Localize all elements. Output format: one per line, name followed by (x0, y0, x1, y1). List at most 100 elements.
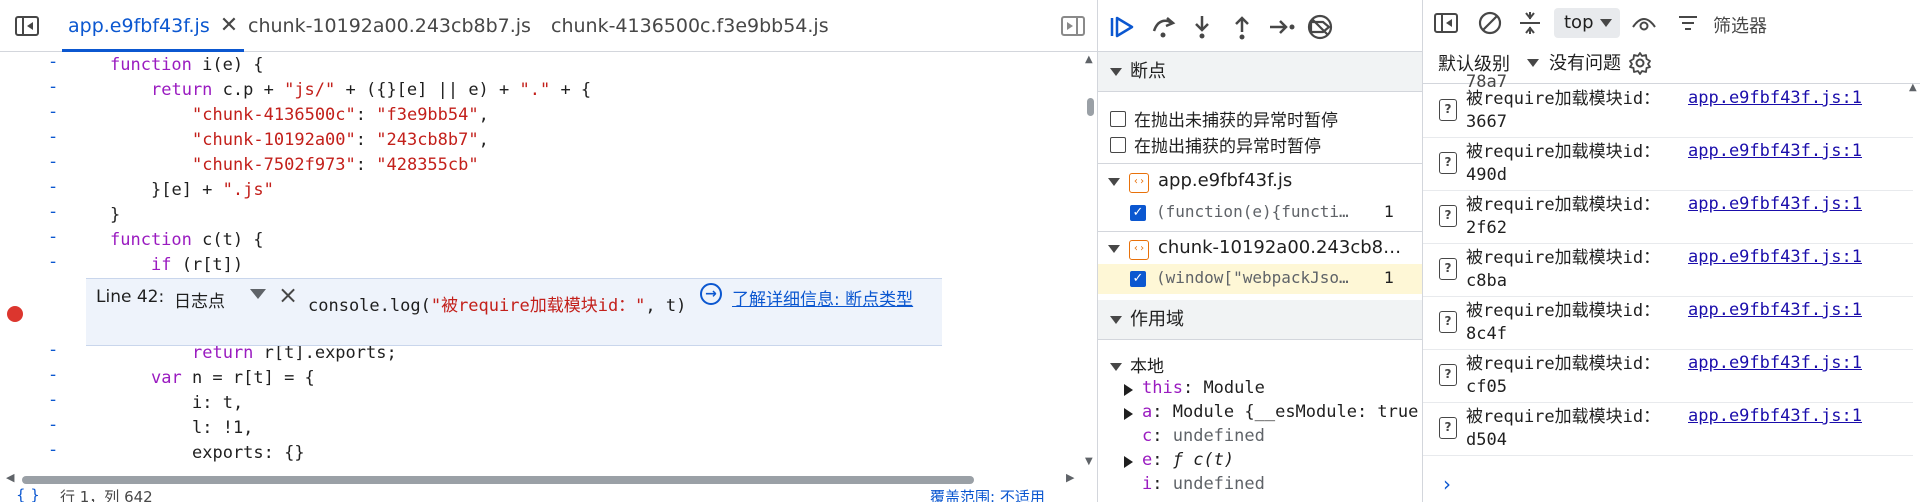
scope-variable[interactable]: e: ƒ c(t) (1098, 450, 1422, 474)
expand-arrow-icon[interactable] (1124, 456, 1133, 468)
gutter-marker[interactable]: - (50, 227, 56, 247)
console-message[interactable]: ? 被require加载模块id： 8c4f app.e9fbf43f.js:1 (1423, 297, 1913, 350)
message-source-link[interactable]: app.e9fbf43f.js:1 (1688, 141, 1862, 161)
filter-toggle-icon[interactable] (1515, 8, 1545, 38)
code-area[interactable]: function i(e) {return c.p + "js/" + ({}[… (84, 52, 1079, 472)
pause-caught-checkbox[interactable]: 在抛出捕获的异常时暂停 (1110, 132, 1321, 157)
step-icon[interactable] (1266, 11, 1298, 43)
gutter-marker[interactable]: - (50, 415, 56, 435)
message-source-link[interactable]: app.e9fbf43f.js:1 (1688, 194, 1862, 214)
console-message[interactable]: ? 被require加载模块id： 2f62 app.e9fbf43f.js:1 (1423, 191, 1913, 244)
line-gutter[interactable]: - - - - - - - - - - - - - - (0, 52, 80, 472)
editor-vertical-scrollbar[interactable]: ▲ ▼ (1083, 52, 1097, 472)
scope-variable[interactable]: c: undefined (1098, 426, 1422, 450)
scrollbar-thumb[interactable] (1087, 98, 1094, 116)
resume-icon[interactable] (1106, 11, 1138, 43)
scroll-down-icon[interactable]: ▼ (1085, 456, 1093, 467)
gutter-marker[interactable]: - (50, 440, 56, 460)
scroll-right-icon[interactable]: ▶ (1066, 471, 1074, 484)
console-prompt[interactable]: › (1443, 472, 1451, 496)
pretty-print-button[interactable]: { } (16, 486, 40, 502)
step-out-icon[interactable] (1226, 11, 1258, 43)
chevron-down-icon[interactable] (1527, 59, 1539, 67)
gutter-marker[interactable]: - (50, 127, 56, 147)
editor-horizontal-scrollbar[interactable]: ◀ ▶ (0, 471, 1083, 486)
console-message[interactable]: ? 被require加载模块id： 490d app.e9fbf43f.js:1 (1423, 138, 1913, 191)
scroll-left-icon[interactable]: ◀ (6, 471, 14, 484)
close-icon[interactable]: × (278, 281, 298, 309)
code-line[interactable]: var n = r[t] = { (151, 366, 315, 391)
expand-arrow-icon[interactable] (1124, 408, 1133, 420)
gutter-marker[interactable]: - (50, 102, 56, 122)
scope-variable[interactable]: i: undefined (1098, 474, 1422, 498)
arrow-right-circle-icon[interactable]: → (700, 283, 722, 305)
scope-variable[interactable]: this: Module (1098, 378, 1422, 402)
gutter-marker[interactable]: - (50, 390, 56, 410)
sidebar-toggle-icon[interactable] (1431, 8, 1461, 38)
chevron-down-icon[interactable] (250, 289, 266, 299)
chevron-down-icon[interactable] (1108, 245, 1120, 253)
filter-input[interactable]: 筛选器 (1713, 12, 1767, 38)
issues-button[interactable]: 没有问题 (1549, 49, 1621, 75)
message-source-link[interactable]: app.e9fbf43f.js:1 (1688, 247, 1862, 267)
code-line[interactable]: "chunk-4136500c": "f3e9bb54", (192, 103, 489, 128)
scroll-up-icon[interactable]: ▲ (1909, 82, 1917, 93)
context-select[interactable]: top (1554, 8, 1620, 38)
message-source-link[interactable]: app.e9fbf43f.js:1 (1688, 300, 1862, 320)
logpoint-type-select[interactable]: 日志点 (174, 287, 225, 312)
gear-icon[interactable] (1625, 48, 1655, 78)
checkbox-icon[interactable]: ✓ (1130, 271, 1146, 287)
message-source-link[interactable]: app.e9fbf43f.js:1 (1688, 406, 1862, 426)
message-source-link[interactable]: app.e9fbf43f.js:1 (1688, 353, 1862, 373)
checkbox-icon[interactable] (1110, 136, 1126, 153)
breakpoint-file-app[interactable]: ‹› app.e9fbf43f.js (1098, 165, 1422, 199)
checkbox-icon[interactable] (1110, 110, 1126, 127)
learn-more-link[interactable]: 了解详细信息: 断点类型 (732, 285, 913, 310)
console-message[interactable]: ? 被require加载模块id： c8ba app.e9fbf43f.js:1 (1423, 244, 1913, 297)
gutter-marker[interactable]: - (50, 202, 56, 222)
code-line[interactable]: }[e] + ".js" (151, 178, 274, 203)
gutter-marker[interactable]: - (50, 340, 56, 360)
filter-icon[interactable] (1673, 8, 1703, 38)
tab-chunk-4136500c[interactable]: chunk-4136500c.f3e9bb54.js (551, 0, 829, 52)
panel-collapse-icon[interactable] (1058, 11, 1088, 41)
breakpoints-section-header[interactable]: 断点 (1098, 52, 1422, 92)
breakpoint-row[interactable]: ✓ (window["webpackJso… 1 (1098, 264, 1422, 294)
code-line[interactable]: function i(e) { (110, 53, 264, 78)
checkbox-icon[interactable]: ✓ (1130, 205, 1146, 221)
gutter-marker[interactable]: - (50, 177, 56, 197)
console-message[interactable]: ? 被require加载模块id： d504 app.e9fbf43f.js:1 (1423, 403, 1913, 456)
deactivate-breakpoints-icon[interactable] (1304, 11, 1336, 43)
code-line[interactable]: exports: {} (192, 441, 305, 466)
scope-section-header[interactable]: 作用域 (1098, 300, 1422, 340)
tab-app-js[interactable]: app.e9fbf43f.js ✕ (62, 0, 245, 52)
scope-local-row[interactable]: 本地 (1110, 352, 1164, 377)
scrollbar-thumb[interactable] (22, 476, 974, 484)
step-into-icon[interactable] (1186, 11, 1218, 43)
close-icon[interactable]: ✕ (220, 13, 238, 38)
code-line[interactable]: l: !1, (192, 416, 253, 441)
code-line[interactable]: function c(t) { (110, 228, 264, 253)
console-messages[interactable]: 78a7 ? 被require加载模块id： 3667 app.e9fbf43f.js… (1423, 72, 1920, 496)
code-line[interactable]: "chunk-10192a00": "243cb8b7", (192, 128, 489, 153)
coverage-link[interactable]: 覆盖范围: 不适用 (930, 486, 1045, 502)
expand-arrow-icon[interactable] (1124, 384, 1133, 396)
chevron-down-icon[interactable] (1108, 178, 1120, 186)
pause-uncaught-checkbox[interactable]: 在抛出未捕获的异常时暂停 (1110, 106, 1338, 131)
console-message[interactable]: ? 被require加载模块id： 3667 app.e9fbf43f.js:1 (1423, 85, 1913, 138)
console-message[interactable]: ? 被require加载模块id： cf05 app.e9fbf43f.js:1 (1423, 350, 1913, 403)
code-line[interactable]: if (r[t]) (151, 253, 243, 278)
eye-icon[interactable] (1629, 8, 1659, 38)
code-line[interactable]: } (110, 203, 120, 228)
step-over-icon[interactable] (1148, 11, 1180, 43)
breakpoint-marker-icon[interactable] (7, 306, 23, 322)
breakpoint-file-chunk[interactable]: ‹› chunk-10192a00.243cb8… (1098, 232, 1422, 266)
breakpoint-row[interactable]: ✓ (function(e){functi… 1 (1098, 198, 1422, 228)
scope-variable[interactable]: a: Module {__esModule: true (1098, 402, 1422, 426)
clear-console-icon[interactable] (1475, 8, 1505, 38)
sidebar-toggle-icon[interactable] (12, 11, 42, 41)
code-line[interactable]: return c.p + "js/" + ({}[e] || e) + "." … (151, 78, 591, 103)
tab-chunk-10192a00[interactable]: chunk-10192a00.243cb8b7.js (248, 0, 531, 52)
message-source-link[interactable]: app.e9fbf43f.js:1 (1688, 88, 1862, 108)
code-line[interactable]: i: t, (192, 391, 243, 416)
